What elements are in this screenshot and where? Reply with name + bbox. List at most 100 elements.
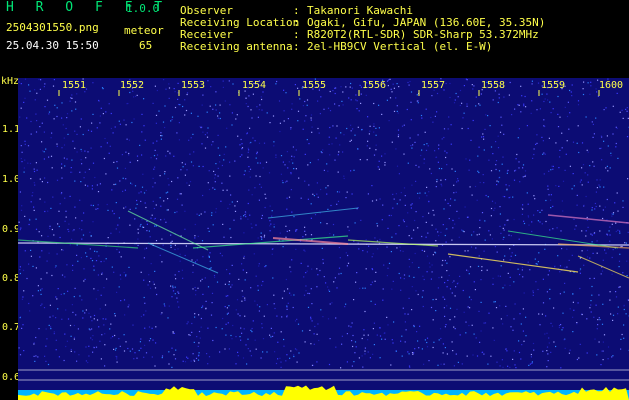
noise-dot [619, 232, 621, 234]
noise-dot [87, 361, 89, 364]
noise-dot [392, 342, 394, 344]
noise-dot [563, 291, 565, 293]
noise-dot [619, 253, 621, 255]
noise-dot [81, 150, 83, 152]
noise-dot [73, 229, 75, 231]
noise-dot [293, 216, 295, 218]
noise-dot [52, 315, 54, 317]
noise-dot [275, 154, 277, 156]
noise-dot [250, 109, 252, 111]
noise-dot [28, 263, 30, 265]
noise-dot [310, 217, 312, 219]
noise-dot [422, 275, 424, 277]
noise-dot [283, 345, 285, 347]
noise-dot [581, 313, 583, 316]
noise-dot [421, 117, 423, 119]
noise-dot [297, 110, 300, 112]
noise-dot [457, 180, 459, 182]
noise-dot [123, 299, 126, 301]
noise-dot [71, 97, 73, 99]
noise-dot [227, 207, 229, 209]
noise-dot [409, 80, 411, 83]
noise-dot [437, 287, 439, 289]
noise-dot [287, 288, 289, 290]
noise-dot [148, 326, 151, 328]
noise-dot [410, 207, 412, 209]
noise-dot [155, 122, 157, 124]
noise-dot [116, 167, 119, 169]
noise-dot [249, 142, 251, 144]
noise-dot [598, 341, 600, 343]
noise-dot [33, 355, 35, 357]
noise-dot [82, 234, 85, 236]
noise-dot [81, 238, 83, 240]
noise-dot [259, 104, 261, 106]
noise-dot [617, 313, 619, 315]
noise-dot [20, 107, 22, 109]
noise-dot [38, 328, 40, 330]
noise-dot [379, 357, 381, 359]
noise-dot [420, 114, 423, 117]
noise-dot [198, 342, 200, 344]
noise-dot [18, 81, 20, 83]
noise-dot [538, 252, 540, 254]
noise-dot [507, 272, 509, 274]
noise-dot [160, 313, 162, 315]
noise-dot [475, 247, 477, 249]
noise-dot [122, 177, 124, 179]
noise-dot [140, 338, 142, 340]
noise-dot [541, 93, 543, 95]
noise-dot [520, 358, 522, 360]
noise-dot [229, 273, 231, 275]
noise-dot [223, 159, 225, 161]
noise-dot [517, 104, 519, 106]
noise-dot [408, 84, 410, 86]
noise-dot [510, 255, 512, 257]
noise-dot [113, 213, 115, 215]
noise-dot [214, 276, 216, 278]
noise-dot [607, 248, 609, 250]
noise-dot [459, 275, 461, 277]
noise-dot [514, 108, 516, 110]
noise-dot [167, 317, 169, 319]
noise-dot [217, 117, 219, 119]
noise-dot [125, 341, 127, 343]
noise-dot [172, 285, 174, 287]
noise-dot [61, 147, 63, 149]
noise-dot [144, 202, 146, 204]
noise-dot [348, 97, 350, 99]
noise-dot [372, 253, 374, 255]
noise-dot [465, 158, 467, 160]
noise-dot [593, 232, 595, 235]
noise-dot [80, 118, 82, 120]
noise-dot [478, 171, 480, 174]
noise-dot [454, 199, 456, 201]
noise-dot [96, 127, 98, 129]
noise-dot [423, 162, 425, 164]
noise-dot [197, 287, 199, 289]
noise-dot [542, 140, 544, 142]
noise-dot [418, 166, 420, 168]
noise-dot [64, 276, 66, 278]
noise-dot [176, 211, 178, 213]
noise-dot [371, 281, 373, 283]
noise-dot [627, 178, 629, 180]
noise-dot [337, 200, 340, 202]
noise-dot [263, 315, 265, 317]
noise-dot [291, 155, 293, 157]
noise-dot [508, 197, 510, 199]
noise-dot [271, 215, 273, 217]
noise-dot [21, 151, 23, 153]
noise-dot [282, 161, 284, 163]
noise-dot [537, 82, 540, 84]
noise-dot [217, 167, 219, 169]
noise-dot [561, 132, 563, 134]
noise-dot [99, 122, 101, 124]
noise-dot [30, 249, 32, 251]
noise-dot [349, 86, 351, 88]
noise-dot [249, 350, 251, 352]
noise-dot [137, 232, 139, 234]
noise-dot [320, 309, 322, 311]
noise-dot [486, 269, 488, 271]
noise-dot [329, 90, 331, 93]
